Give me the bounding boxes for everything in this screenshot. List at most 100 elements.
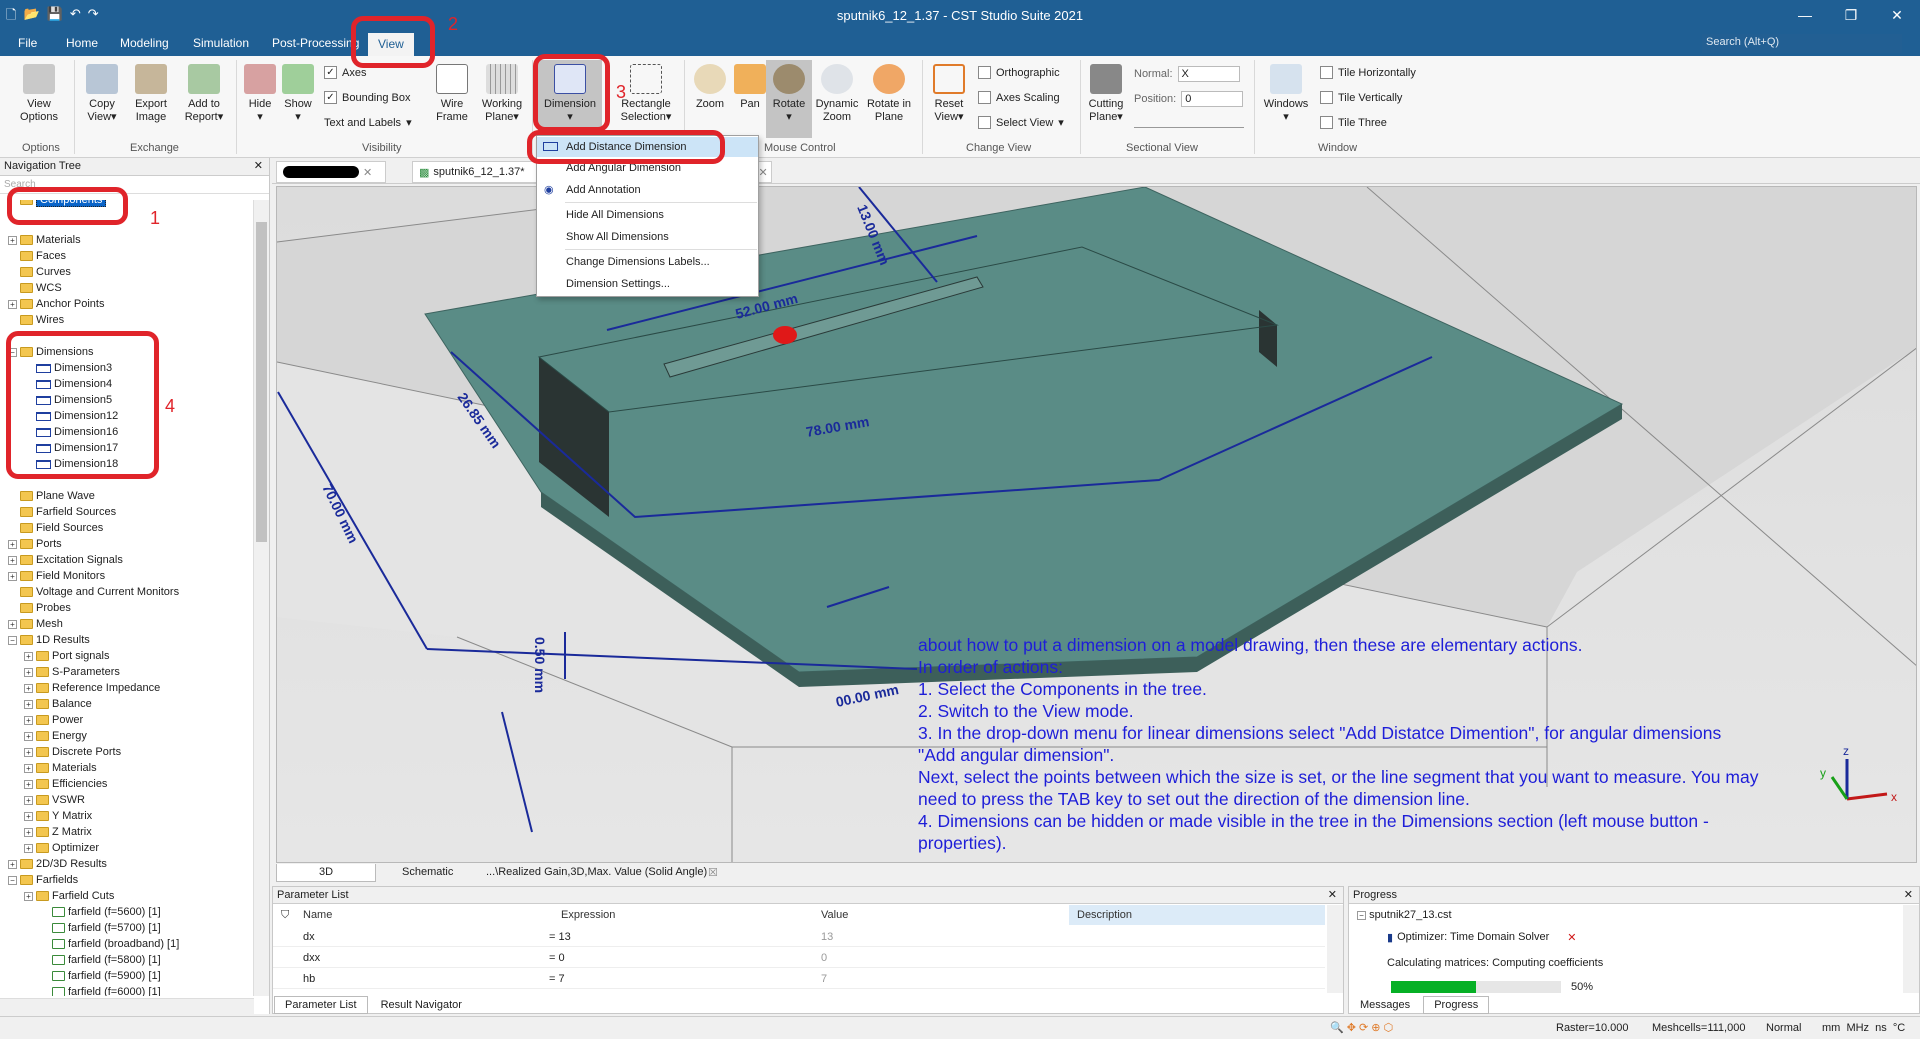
tile-vertically-button[interactable]: Tile Vertically <box>1320 91 1402 104</box>
bounding-box-checkbox[interactable]: ✓ Bounding Box <box>324 91 411 104</box>
axes-checkbox[interactable]: ✓ Axes <box>324 66 366 79</box>
tree-item[interactable]: farfield (f=5700) [1] <box>40 920 161 936</box>
tree-item[interactable]: + S-Parameters <box>24 664 120 680</box>
windows-button[interactable]: Windows ▾ <box>1260 64 1312 124</box>
tile-horizontally-button[interactable]: Tile Horizontally <box>1320 66 1416 79</box>
filter-icon[interactable]: ⛉ <box>281 909 289 922</box>
axes-scaling-toggle[interactable]: Axes Scaling <box>978 91 1060 104</box>
expand-toggle[interactable]: + <box>24 891 33 901</box>
menu-item-hide-all-dimensions[interactable]: Hide All Dimensions <box>537 205 758 225</box>
tab-simulation[interactable]: Simulation <box>193 36 249 50</box>
tree-item[interactable]: + Energy <box>24 728 87 744</box>
expand-toggle[interactable]: + <box>24 779 33 789</box>
menu-item-change-dimension-labels[interactable]: Change Dimensions Labels... <box>537 252 758 272</box>
tree-item[interactable]: + Ports <box>8 536 62 552</box>
tree-item[interactable]: − Farfields <box>8 872 78 888</box>
tab-modeling[interactable]: Modeling <box>120 36 169 50</box>
expand-toggle[interactable]: + <box>24 747 33 757</box>
tab-schematic[interactable]: Schematic <box>394 864 461 882</box>
expand-toggle[interactable]: + <box>24 651 33 661</box>
tab-progress[interactable]: Progress <box>1423 996 1490 1014</box>
close-icon[interactable]: ✕ <box>1904 888 1913 901</box>
tree-item[interactable]: + Reference Impedance <box>24 680 160 696</box>
tree-item[interactable]: −1D Results <box>8 632 90 648</box>
tree-item[interactable]: + Mesh <box>8 616 63 632</box>
expand-toggle[interactable]: + <box>24 699 33 709</box>
progress-scrollbar[interactable] <box>1903 905 1919 993</box>
expand-toggle[interactable]: + <box>24 827 33 837</box>
tree-item[interactable]: + Efficiencies <box>24 776 107 792</box>
tab-file[interactable]: File <box>18 36 37 50</box>
tree-item[interactable]: farfield (f=5600) [1] <box>40 904 161 920</box>
tree-item[interactable]: + Excitation Signals <box>8 552 123 568</box>
normal-select[interactable]: Normal: X <box>1134 66 1240 82</box>
status-tool-icons[interactable]: 🔍 ✥ ⟳ ⊕ ⬡ <box>1330 1021 1393 1034</box>
hide-button[interactable]: Hide ▾ <box>242 64 278 124</box>
tree-item[interactable]: Farfield Sources <box>8 504 116 520</box>
tab-post-processing[interactable]: Post-Processing <box>272 36 359 50</box>
expand-toggle[interactable]: + <box>8 539 17 549</box>
tree-item[interactable]: farfield (f=6000) [1] <box>40 984 161 996</box>
tree-item[interactable]: + Materials <box>24 760 97 776</box>
export-image-button[interactable]: Export Image <box>128 64 174 124</box>
tab-realized-gain[interactable]: ...\Realized Gain,3D,Max. Value (Solid A… <box>478 864 715 882</box>
tab-messages[interactable]: Messages <box>1350 997 1420 1013</box>
tree-item[interactable]: + Optimizer <box>24 840 99 856</box>
zoom-button[interactable]: Zoom <box>690 64 730 111</box>
param-scrollbar[interactable] <box>1327 905 1343 993</box>
tree-item[interactable]: + Discrete Ports <box>24 744 121 760</box>
expand-toggle[interactable]: − <box>8 635 17 645</box>
position-slider[interactable] <box>1134 118 1244 128</box>
expand-toggle[interactable]: + <box>24 843 33 853</box>
rotate-in-plane-button[interactable]: Rotate in Plane <box>862 64 916 124</box>
tree-item[interactable]: farfield (broadband) [1] <box>40 936 179 952</box>
tree-item[interactable]: + VSWR <box>24 792 85 808</box>
expand-toggle[interactable]: + <box>8 571 17 581</box>
tree-item[interactable]: + Z Matrix <box>24 824 92 840</box>
close-icon[interactable]: ☒ <box>708 866 718 879</box>
close-button[interactable]: ✕ <box>1874 0 1920 30</box>
close-icon[interactable]: ✕ <box>1328 888 1337 901</box>
menu-item-dimension-settings[interactable]: Dimension Settings... <box>537 274 758 294</box>
expand-toggle[interactable]: + <box>8 235 17 245</box>
doc-tab-hidden[interactable]: ✕ <box>276 161 386 183</box>
maximize-button[interactable]: ❐ <box>1828 0 1874 30</box>
tree-item[interactable]: Probes <box>8 600 71 616</box>
table-row[interactable]: dx = 13 13 <box>273 927 1325 947</box>
tree-item[interactable]: + Y Matrix <box>24 808 92 824</box>
orthographic-toggle[interactable]: Orthographic <box>978 66 1060 79</box>
expand-toggle[interactable]: + <box>8 555 17 565</box>
tree-item[interactable]: + Materials <box>8 232 81 248</box>
tree-vertical-scrollbar[interactable] <box>253 200 269 996</box>
expand-toggle[interactable]: + <box>24 763 33 773</box>
tab-parameter-list[interactable]: Parameter List <box>274 996 368 1014</box>
show-button[interactable]: Show ▾ <box>280 64 316 124</box>
working-plane-button[interactable]: Working Plane▾ <box>476 64 528 124</box>
tree-item[interactable]: +2D/3D Results <box>8 856 107 872</box>
tree-item[interactable]: Plane Wave <box>8 488 95 504</box>
minimize-button[interactable]: — <box>1782 0 1828 30</box>
copy-view-button[interactable]: Copy View▾ <box>80 64 124 124</box>
tree-item[interactable]: Field Sources <box>8 520 103 536</box>
tree-item[interactable]: farfield (f=5900) [1] <box>40 968 161 984</box>
expand-toggle[interactable]: + <box>24 667 33 677</box>
wire-frame-button[interactable]: Wire Frame <box>430 64 474 124</box>
menu-item-add-annotation[interactable]: ◉ Add Annotation <box>537 180 758 200</box>
expand-toggle[interactable]: + <box>24 683 33 693</box>
rotate-button[interactable]: Rotate ▾ <box>766 60 812 138</box>
tree-item[interactable]: + Anchor Points <box>8 296 104 312</box>
close-icon[interactable]: ✕ <box>759 166 768 179</box>
tree-item[interactable]: Wires <box>8 312 64 328</box>
tree-item[interactable]: WCS <box>8 280 62 296</box>
tab-result-navigator[interactable]: Result Navigator <box>371 997 472 1013</box>
menu-item-show-all-dimensions[interactable]: Show All Dimensions <box>537 227 758 247</box>
text-labels-dropdown[interactable]: Text and Labels ▾ <box>324 116 412 130</box>
tree-item[interactable]: Faces <box>8 248 66 264</box>
expand-toggle[interactable]: + <box>24 811 33 821</box>
table-row[interactable]: hb = 77 <box>273 969 1325 989</box>
column-name[interactable]: Name <box>303 909 332 921</box>
tree-item[interactable]: + Port signals <box>24 648 109 664</box>
view-options-button[interactable]: View Options <box>14 64 64 124</box>
expand-toggle[interactable]: − <box>8 875 17 885</box>
expand-toggle[interactable]: + <box>8 619 17 629</box>
